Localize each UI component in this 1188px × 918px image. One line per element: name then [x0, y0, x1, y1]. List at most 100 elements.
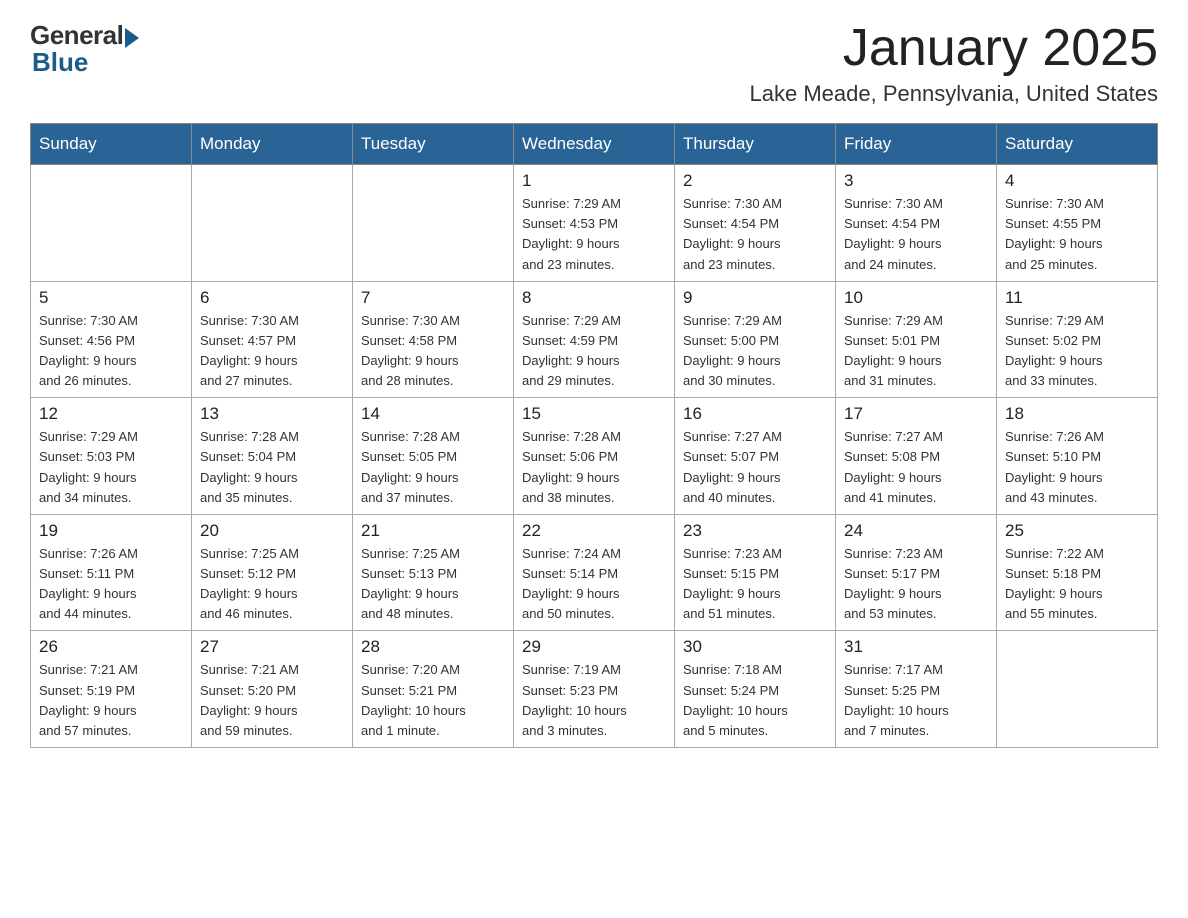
calendar-cell	[997, 631, 1158, 748]
day-number: 1	[522, 171, 666, 191]
day-info: Sunrise: 7:28 AM Sunset: 5:05 PM Dayligh…	[361, 427, 505, 508]
day-info: Sunrise: 7:25 AM Sunset: 5:13 PM Dayligh…	[361, 544, 505, 625]
day-number: 14	[361, 404, 505, 424]
header-row: SundayMondayTuesdayWednesdayThursdayFrid…	[31, 124, 1158, 165]
day-info: Sunrise: 7:29 AM Sunset: 4:53 PM Dayligh…	[522, 194, 666, 275]
day-number: 24	[844, 521, 988, 541]
calendar-cell: 4 Sunrise: 7:30 AM Sunset: 4:55 PM Daylig…	[997, 165, 1158, 282]
day-info: Sunrise: 7:30 AM Sunset: 4:54 PM Dayligh…	[844, 194, 988, 275]
day-info: Sunrise: 7:30 AM Sunset: 4:58 PM Dayligh…	[361, 311, 505, 392]
calendar-cell: 10 Sunrise: 7:29 AM Sunset: 5:01 PM Dayli…	[836, 281, 997, 398]
day-info: Sunrise: 7:29 AM Sunset: 5:00 PM Dayligh…	[683, 311, 827, 392]
day-number: 21	[361, 521, 505, 541]
calendar-cell: 23 Sunrise: 7:23 AM Sunset: 5:15 PM Dayli…	[675, 514, 836, 631]
calendar-cell: 8 Sunrise: 7:29 AM Sunset: 4:59 PM Daylig…	[514, 281, 675, 398]
calendar-cell: 9 Sunrise: 7:29 AM Sunset: 5:00 PM Daylig…	[675, 281, 836, 398]
location-title: Lake Meade, Pennsylvania, United States	[750, 81, 1158, 107]
calendar-cell: 26 Sunrise: 7:21 AM Sunset: 5:19 PM Dayli…	[31, 631, 192, 748]
day-number: 9	[683, 288, 827, 308]
calendar-cell: 29 Sunrise: 7:19 AM Sunset: 5:23 PM Dayli…	[514, 631, 675, 748]
day-info: Sunrise: 7:22 AM Sunset: 5:18 PM Dayligh…	[1005, 544, 1149, 625]
day-info: Sunrise: 7:18 AM Sunset: 5:24 PM Dayligh…	[683, 660, 827, 741]
day-number: 4	[1005, 171, 1149, 191]
day-info: Sunrise: 7:29 AM Sunset: 5:02 PM Dayligh…	[1005, 311, 1149, 392]
day-info: Sunrise: 7:17 AM Sunset: 5:25 PM Dayligh…	[844, 660, 988, 741]
calendar-cell: 2 Sunrise: 7:30 AM Sunset: 4:54 PM Daylig…	[675, 165, 836, 282]
calendar-cell: 20 Sunrise: 7:25 AM Sunset: 5:12 PM Dayli…	[192, 514, 353, 631]
day-number: 11	[1005, 288, 1149, 308]
column-header-monday: Monday	[192, 124, 353, 165]
day-number: 26	[39, 637, 183, 657]
day-number: 2	[683, 171, 827, 191]
day-number: 7	[361, 288, 505, 308]
day-number: 29	[522, 637, 666, 657]
calendar-cell: 16 Sunrise: 7:27 AM Sunset: 5:07 PM Dayli…	[675, 398, 836, 515]
calendar-cell: 15Sunrise: 7:28 AM Sunset: 5:06 PM Dayli…	[514, 398, 675, 515]
calendar-body: 1 Sunrise: 7:29 AM Sunset: 4:53 PM Daylig…	[31, 165, 1158, 748]
day-info: Sunrise: 7:26 AM Sunset: 5:10 PM Dayligh…	[1005, 427, 1149, 508]
column-header-thursday: Thursday	[675, 124, 836, 165]
day-number: 22	[522, 521, 666, 541]
day-number: 16	[683, 404, 827, 424]
day-number: 23	[683, 521, 827, 541]
column-header-wednesday: Wednesday	[514, 124, 675, 165]
column-header-saturday: Saturday	[997, 124, 1158, 165]
day-info: Sunrise: 7:30 AM Sunset: 4:56 PM Dayligh…	[39, 311, 183, 392]
calendar-cell: 3Sunrise: 7:30 AM Sunset: 4:54 PM Daylig…	[836, 165, 997, 282]
title-block: January 2025 Lake Meade, Pennsylvania, U…	[750, 20, 1158, 107]
day-number: 17	[844, 404, 988, 424]
day-info: Sunrise: 7:28 AM Sunset: 5:04 PM Dayligh…	[200, 427, 344, 508]
calendar-cell: 17Sunrise: 7:27 AM Sunset: 5:08 PM Dayli…	[836, 398, 997, 515]
calendar-cell: 6 Sunrise: 7:30 AM Sunset: 4:57 PM Daylig…	[192, 281, 353, 398]
day-info: Sunrise: 7:29 AM Sunset: 4:59 PM Dayligh…	[522, 311, 666, 392]
calendar-cell: 25 Sunrise: 7:22 AM Sunset: 5:18 PM Dayli…	[997, 514, 1158, 631]
day-info: Sunrise: 7:21 AM Sunset: 5:20 PM Dayligh…	[200, 660, 344, 741]
day-number: 10	[844, 288, 988, 308]
calendar-cell: 22Sunrise: 7:24 AM Sunset: 5:14 PM Dayli…	[514, 514, 675, 631]
day-number: 28	[361, 637, 505, 657]
day-number: 8	[522, 288, 666, 308]
calendar-week-4: 19 Sunrise: 7:26 AM Sunset: 5:11 PM Dayli…	[31, 514, 1158, 631]
calendar-cell	[31, 165, 192, 282]
calendar-cell: 30Sunrise: 7:18 AM Sunset: 5:24 PM Dayli…	[675, 631, 836, 748]
page-header: General Blue January 2025 Lake Meade, Pe…	[30, 20, 1158, 107]
calendar-cell: 19 Sunrise: 7:26 AM Sunset: 5:11 PM Dayli…	[31, 514, 192, 631]
day-number: 20	[200, 521, 344, 541]
calendar-week-3: 12 Sunrise: 7:29 AM Sunset: 5:03 PM Dayli…	[31, 398, 1158, 515]
day-info: Sunrise: 7:20 AM Sunset: 5:21 PM Dayligh…	[361, 660, 505, 741]
day-number: 27	[200, 637, 344, 657]
day-info: Sunrise: 7:30 AM Sunset: 4:55 PM Dayligh…	[1005, 194, 1149, 275]
calendar-cell: 14 Sunrise: 7:28 AM Sunset: 5:05 PM Dayli…	[353, 398, 514, 515]
logo-arrow-icon	[125, 28, 139, 48]
calendar-cell	[192, 165, 353, 282]
day-info: Sunrise: 7:27 AM Sunset: 5:07 PM Dayligh…	[683, 427, 827, 508]
day-info: Sunrise: 7:29 AM Sunset: 5:01 PM Dayligh…	[844, 311, 988, 392]
day-number: 5	[39, 288, 183, 308]
day-info: Sunrise: 7:21 AM Sunset: 5:19 PM Dayligh…	[39, 660, 183, 741]
day-info: Sunrise: 7:23 AM Sunset: 5:17 PM Dayligh…	[844, 544, 988, 625]
day-number: 31	[844, 637, 988, 657]
calendar-week-5: 26 Sunrise: 7:21 AM Sunset: 5:19 PM Dayli…	[31, 631, 1158, 748]
day-info: Sunrise: 7:30 AM Sunset: 4:57 PM Dayligh…	[200, 311, 344, 392]
day-info: Sunrise: 7:25 AM Sunset: 5:12 PM Dayligh…	[200, 544, 344, 625]
day-info: Sunrise: 7:29 AM Sunset: 5:03 PM Dayligh…	[39, 427, 183, 508]
day-number: 25	[1005, 521, 1149, 541]
day-number: 12	[39, 404, 183, 424]
column-header-tuesday: Tuesday	[353, 124, 514, 165]
day-number: 18	[1005, 404, 1149, 424]
day-info: Sunrise: 7:26 AM Sunset: 5:11 PM Dayligh…	[39, 544, 183, 625]
day-info: Sunrise: 7:19 AM Sunset: 5:23 PM Dayligh…	[522, 660, 666, 741]
column-header-sunday: Sunday	[31, 124, 192, 165]
day-number: 19	[39, 521, 183, 541]
day-info: Sunrise: 7:30 AM Sunset: 4:54 PM Dayligh…	[683, 194, 827, 275]
calendar-cell: 11 Sunrise: 7:29 AM Sunset: 5:02 PM Dayli…	[997, 281, 1158, 398]
calendar-header: SundayMondayTuesdayWednesdayThursdayFrid…	[31, 124, 1158, 165]
calendar-cell: 31 Sunrise: 7:17 AM Sunset: 5:25 PM Dayli…	[836, 631, 997, 748]
calendar-table: SundayMondayTuesdayWednesdayThursdayFrid…	[30, 123, 1158, 748]
day-number: 6	[200, 288, 344, 308]
calendar-cell: 21 Sunrise: 7:25 AM Sunset: 5:13 PM Dayli…	[353, 514, 514, 631]
calendar-cell: 5 Sunrise: 7:30 AM Sunset: 4:56 PM Daylig…	[31, 281, 192, 398]
day-number: 13	[200, 404, 344, 424]
day-info: Sunrise: 7:23 AM Sunset: 5:15 PM Dayligh…	[683, 544, 827, 625]
calendar-cell: 12 Sunrise: 7:29 AM Sunset: 5:03 PM Dayli…	[31, 398, 192, 515]
